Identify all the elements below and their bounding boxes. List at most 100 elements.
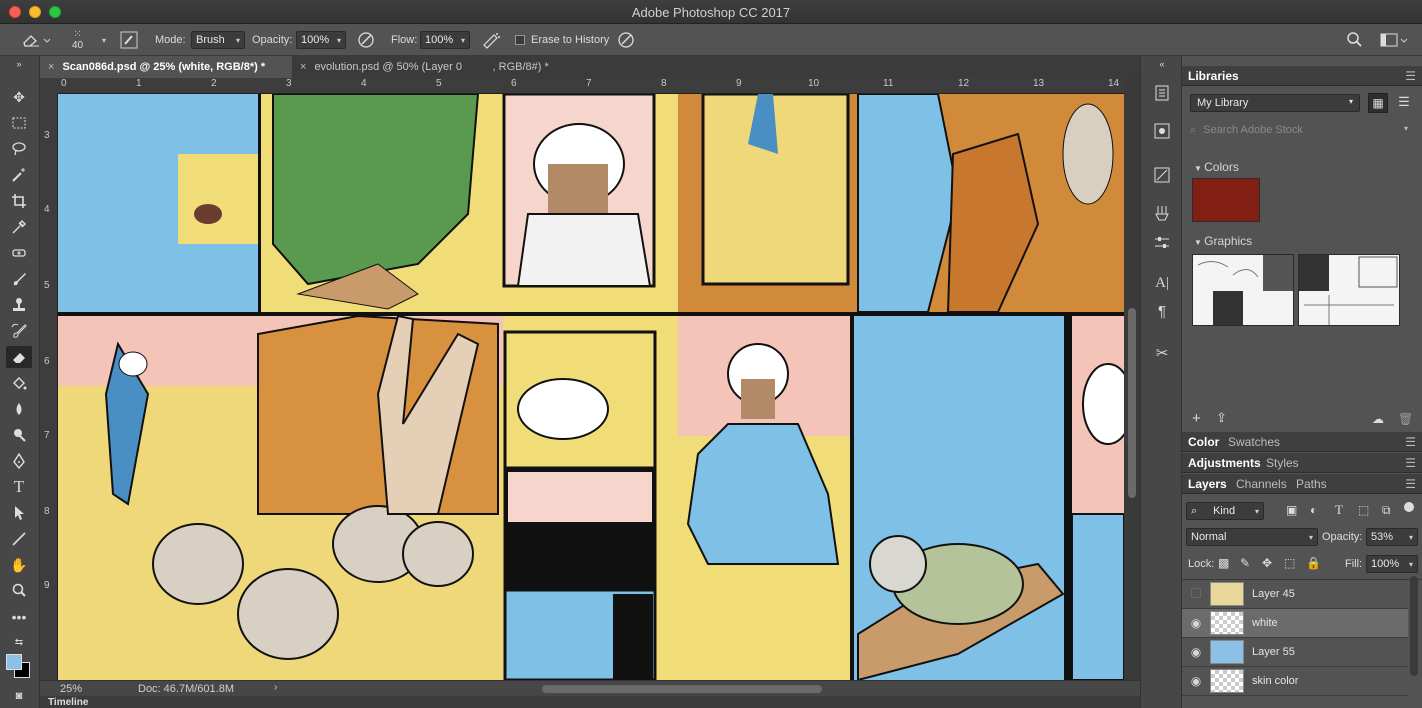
eyedropper-icon[interactable] <box>6 216 32 238</box>
filter-pixel-icon[interactable]: ▣ <box>1286 503 1297 517</box>
foreground-color-swatch[interactable] <box>6 654 22 670</box>
eraser-icon[interactable] <box>20 24 50 56</box>
brush-panel-icon[interactable] <box>120 24 138 56</box>
tab-paths[interactable]: Paths <box>1296 477 1327 491</box>
opacity-input[interactable]: 100% ▾ <box>296 31 346 49</box>
dodge-tool-icon[interactable] <box>6 424 32 446</box>
collapse-tools-icon[interactable]: » <box>6 58 32 70</box>
zoom-tool-icon[interactable] <box>6 580 32 602</box>
eye-icon[interactable]: ◉ <box>1182 674 1210 688</box>
scroll-thumb[interactable] <box>1128 308 1136 498</box>
panel-menu-icon[interactable]: ☰ <box>1405 477 1416 491</box>
brush-tool-icon[interactable] <box>6 268 32 290</box>
history-panel-icon[interactable] <box>1151 82 1173 104</box>
zoom-level[interactable]: 25% <box>60 683 82 695</box>
fill-input[interactable]: 100% ▾ <box>1366 555 1418 573</box>
eraser-tool-icon[interactable] <box>6 346 32 368</box>
graphic-thumbnail[interactable] <box>1298 254 1400 326</box>
chevron-right-icon[interactable]: › <box>274 682 277 693</box>
lock-artboard-icon[interactable]: ⬚ <box>1284 556 1295 570</box>
search-icon[interactable] <box>1345 24 1363 56</box>
graphic-thumbnail[interactable] <box>1192 254 1294 326</box>
tab-styles[interactable]: Styles <box>1266 456 1299 470</box>
tab-channels[interactable]: Channels <box>1236 477 1287 491</box>
creative-cloud-icon[interactable]: ☁ <box>1372 412 1384 426</box>
filter-adjustment-icon[interactable]: ◐ <box>1310 503 1317 517</box>
tool-presets-icon[interactable]: ✂ <box>1151 342 1173 364</box>
layer-row[interactable]: ◉ skin color <box>1182 667 1408 696</box>
close-icon[interactable]: × <box>48 61 54 73</box>
history-brush-icon[interactable] <box>6 320 32 342</box>
paragraph-panel-icon[interactable]: ¶ <box>1151 300 1173 322</box>
library-color-swatch[interactable] <box>1192 178 1260 222</box>
panel-menu-icon[interactable]: ☰ <box>1405 69 1416 83</box>
library-select[interactable]: My Library ▾ <box>1190 94 1360 112</box>
lock-all-icon[interactable]: 🔒 <box>1306 556 1321 570</box>
filter-type-icon[interactable]: T <box>1335 502 1343 518</box>
blur-tool-icon[interactable] <box>6 398 32 420</box>
colors-section-header[interactable]: ▼ Colors <box>1194 160 1239 174</box>
layer-row[interactable]: ◉ Layer 55 <box>1182 638 1408 667</box>
mode-select[interactable]: Brush ▾ <box>191 31 245 49</box>
erase-to-history-checkbox[interactable]: Erase to History <box>515 24 609 56</box>
move-tool-icon[interactable]: ✥ <box>6 86 32 108</box>
tab-evolution[interactable]: × evolution.psd @ 50% (Layer 0 , RGB/8#)… <box>292 56 592 78</box>
trash-icon[interactable]: 🗑 <box>1398 412 1413 426</box>
panel-menu-icon[interactable]: ☰ <box>1405 456 1416 470</box>
chevron-down-icon[interactable]: ▾ <box>1404 124 1408 133</box>
filter-shape-icon[interactable]: ⬚ <box>1358 503 1369 517</box>
character-panel-icon[interactable]: A| <box>1151 272 1173 294</box>
filter-toggle-icon[interactable] <box>1404 502 1414 512</box>
clone-stamp-icon[interactable] <box>6 294 32 316</box>
line-tool-icon[interactable] <box>6 528 32 550</box>
flow-input[interactable]: 100% ▾ <box>420 31 470 49</box>
collapse-panels-icon[interactable]: « <box>1151 58 1173 70</box>
quick-mask-icon[interactable]: ◙ <box>6 688 32 704</box>
document-canvas[interactable] <box>58 94 1124 680</box>
paint-bucket-icon[interactable] <box>6 372 32 394</box>
list-view-icon[interactable]: ☰ <box>1394 93 1414 113</box>
graphics-section-header[interactable]: ▼ Graphics <box>1194 234 1252 248</box>
panel-menu-icon[interactable]: ☰ <box>1405 435 1416 449</box>
path-selection-icon[interactable] <box>6 502 32 524</box>
tab-libraries[interactable]: Libraries <box>1188 69 1239 83</box>
hand-tool-icon[interactable]: ✋ <box>6 554 32 576</box>
timeline-panel-header[interactable]: Timeline <box>40 696 1140 708</box>
tab-adjustments[interactable]: Adjustments <box>1188 456 1261 470</box>
lock-transparent-icon[interactable]: ▩ <box>1218 556 1229 570</box>
swap-colors-icon[interactable]: ⇆ <box>6 634 32 650</box>
type-tool-icon[interactable]: T <box>6 476 32 498</box>
blend-mode-select[interactable]: Normal ▾ <box>1186 528 1318 546</box>
healing-brush-icon[interactable] <box>6 242 32 264</box>
layer-filter-kind[interactable]: ⌕ Kind ▾ <box>1186 502 1264 520</box>
vertical-scrollbar[interactable] <box>1124 78 1140 680</box>
chevron-down-icon[interactable]: ▾ <box>98 24 106 56</box>
magic-wand-icon[interactable] <box>6 164 32 186</box>
grid-view-icon[interactable]: ▦ <box>1368 93 1388 113</box>
more-tools-icon[interactable]: ••• <box>6 606 32 628</box>
upload-icon[interactable]: ⇪ <box>1216 410 1227 426</box>
brush-presets-icon[interactable] <box>1151 202 1173 224</box>
marquee-tool-icon[interactable] <box>6 112 32 134</box>
pressure-size-icon[interactable] <box>616 24 636 56</box>
ruler-vertical[interactable]: 3 4 5 6 7 8 9 <box>40 94 58 680</box>
tab-layers[interactable]: Layers <box>1188 477 1227 491</box>
pressure-opacity-icon[interactable] <box>356 24 376 56</box>
layers-scrollbar[interactable] <box>1410 576 1418 676</box>
horizontal-scroll-thumb[interactable] <box>542 685 822 693</box>
eye-icon[interactable]: ◉ <box>1182 616 1210 630</box>
pen-tool-icon[interactable] <box>6 450 32 472</box>
workspace-icon[interactable] <box>1380 24 1410 56</box>
paths-panel-icon[interactable] <box>1151 164 1173 186</box>
layer-opacity-input[interactable]: 53% ▾ <box>1366 528 1418 546</box>
tab-swatches[interactable]: Swatches <box>1228 435 1280 449</box>
visibility-toggle-empty[interactable] <box>1182 587 1210 601</box>
properties-panel-icon[interactable] <box>1151 120 1173 142</box>
filter-smart-object-icon[interactable]: ⧉ <box>1382 503 1391 518</box>
adobe-stock-search[interactable]: ⌕ Search Adobe Stock ▾ <box>1190 124 1412 140</box>
airbrush-icon[interactable] <box>481 24 501 56</box>
lock-image-icon[interactable]: ✎ <box>1240 556 1250 570</box>
lock-position-icon[interactable]: ✥ <box>1262 556 1272 570</box>
tab-color[interactable]: Color <box>1188 435 1219 449</box>
layer-row[interactable]: ◉ white <box>1182 609 1408 638</box>
